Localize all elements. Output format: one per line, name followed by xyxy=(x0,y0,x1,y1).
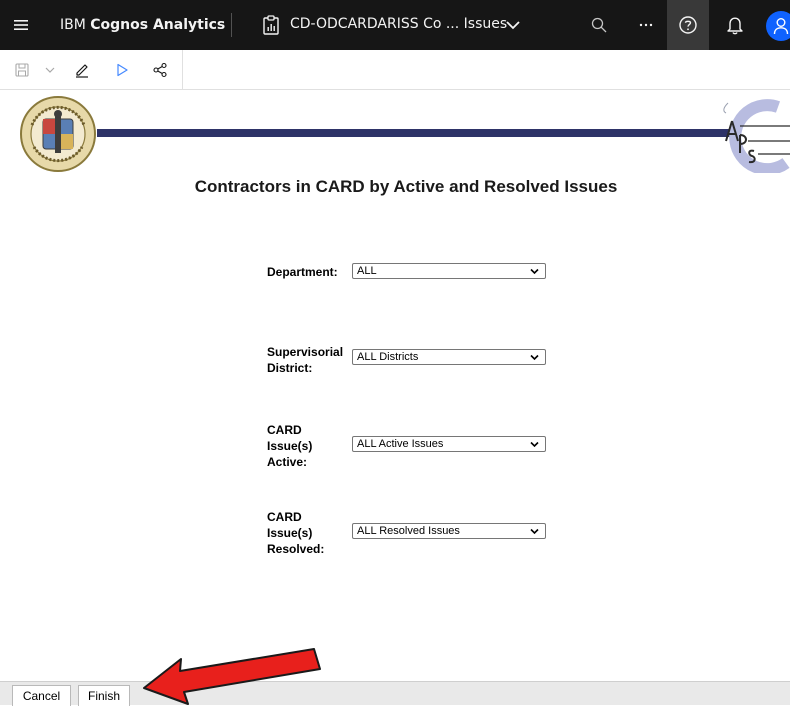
save-menu-chevron-icon[interactable] xyxy=(40,60,60,80)
finish-button[interactable]: Finish xyxy=(78,685,130,706)
department-label: Department: xyxy=(267,265,338,279)
notification-icon[interactable] xyxy=(714,0,756,50)
run-icon[interactable] xyxy=(112,60,132,80)
district-select[interactable]: ALL Districts xyxy=(352,349,546,365)
report-heading: Contractors in CARD by Active and Resolv… xyxy=(194,177,618,196)
product-name: IBM Cognos Analytics xyxy=(60,17,225,33)
header-divider xyxy=(231,13,232,37)
edit-icon[interactable] xyxy=(72,60,92,80)
resolved-issues-select[interactable]: ALL Resolved Issues xyxy=(352,523,546,539)
acps-logo xyxy=(716,97,790,176)
report-toolbar xyxy=(0,50,790,90)
chevron-down-icon xyxy=(530,354,539,361)
menu-icon[interactable] xyxy=(0,0,42,50)
prompt-footer: Cancel Finish xyxy=(0,681,790,706)
share-icon[interactable] xyxy=(150,60,170,80)
resolved-issues-label: CARD Issue(s) Resolved: xyxy=(267,510,325,556)
toolbar-divider xyxy=(182,50,183,90)
chevron-down-icon xyxy=(530,441,539,448)
overflow-menu-icon[interactable] xyxy=(625,0,667,50)
prompt-page: Contractors in CARD by Active and Resolv… xyxy=(0,91,790,681)
user-avatar-icon[interactable] xyxy=(766,11,790,41)
department-select-value: ALL xyxy=(357,265,377,277)
department-select[interactable]: ALL xyxy=(352,263,546,279)
report-icon xyxy=(262,15,280,35)
active-issues-select-value: ALL Active Issues xyxy=(357,438,444,450)
chevron-down-icon xyxy=(530,268,539,275)
chevron-down-icon[interactable] xyxy=(503,15,523,35)
brand-name: Cognos Analytics xyxy=(90,17,226,33)
county-seal-logo xyxy=(19,95,97,173)
report-banner-bar xyxy=(97,129,737,137)
district-select-value: ALL Districts xyxy=(357,351,419,363)
help-icon[interactable] xyxy=(667,0,709,50)
search-icon[interactable] xyxy=(578,0,620,50)
active-issues-label: CARD Issue(s) Active: xyxy=(267,423,313,469)
brand-prefix: IBM xyxy=(60,17,91,33)
report-title[interactable]: CD-ODCARDARISS Co ... Issues xyxy=(290,16,507,32)
annotation-arrow-icon xyxy=(136,638,322,710)
active-issues-select[interactable]: ALL Active Issues xyxy=(352,436,546,452)
chevron-down-icon xyxy=(530,528,539,535)
cancel-button[interactable]: Cancel xyxy=(12,685,71,706)
resolved-issues-select-value: ALL Resolved Issues xyxy=(357,525,460,537)
save-icon[interactable] xyxy=(12,60,32,80)
district-label: Supervisorial District: xyxy=(267,345,344,375)
